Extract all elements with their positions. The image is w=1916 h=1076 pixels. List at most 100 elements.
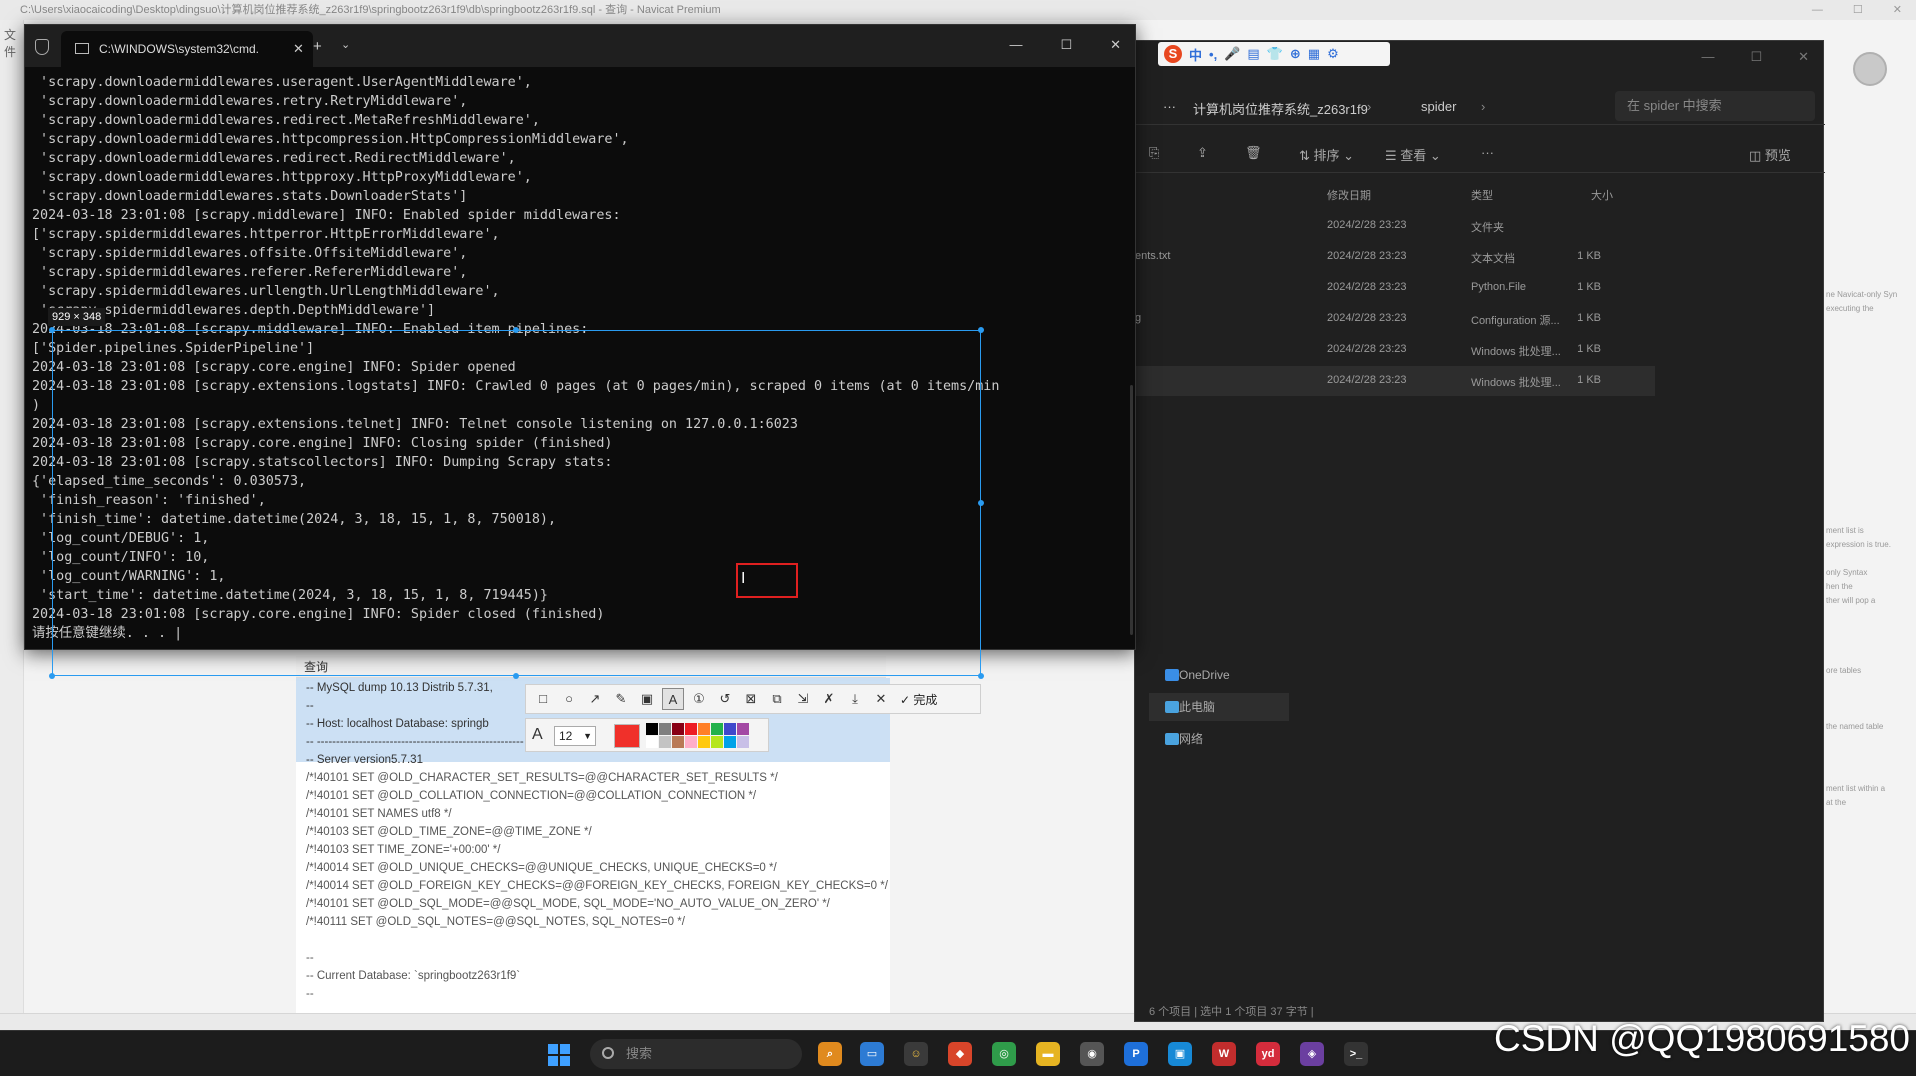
color-swatch[interactable] [685,736,697,748]
breadcrumb-project[interactable]: 计算机岗位推荐系统_z263r1f9 [1193,99,1368,118]
microphone-icon[interactable]: 🎤 [1224,46,1240,62]
app-icon[interactable]: ◉ [1080,1042,1104,1066]
file-row[interactable]: 2024/2/28 23:23 Windows 批处理... 1 KB [1135,366,1655,396]
keyboard-icon[interactable]: ▤ [1247,46,1259,62]
color-swatch[interactable] [659,723,671,735]
windows-start-icon[interactable] [548,1044,570,1066]
breadcrumb-spider[interactable]: spider [1421,99,1456,114]
minimize-icon[interactable]: — [1009,37,1022,53]
resize-handle[interactable] [978,500,984,506]
toolbox-icon[interactable]: ⊕ [1290,46,1301,62]
sort-button[interactable]: ⇅ 排序 ⌄ [1299,145,1354,164]
color-swatch[interactable] [672,723,684,735]
punctuation-icon[interactable]: •, [1209,47,1217,62]
rectangle-tool-icon[interactable]: □ [532,688,554,710]
resize-handle[interactable] [49,327,55,333]
close-icon[interactable]: ✕ [293,41,304,57]
undo-icon[interactable]: ↺ [714,688,736,710]
terminal-icon[interactable]: >_ [1344,1042,1368,1066]
color-swatch[interactable] [698,723,710,735]
folder-icon[interactable]: ▬ [1036,1042,1060,1066]
taskbar-search-input[interactable]: 搜索 [590,1039,802,1069]
color-swatch[interactable] [646,723,658,735]
file-menu[interactable]: 文件 [4,26,23,60]
rename-icon[interactable]: ⎘ [1149,145,1159,161]
minimize-icon[interactable]: — [1812,0,1823,20]
resize-handle[interactable] [978,327,984,333]
more-button[interactable]: ··· [1481,145,1494,160]
explorer-search-input[interactable]: 在 spider 中搜索 [1615,91,1815,121]
color-swatch[interactable] [659,736,671,748]
apps-icon[interactable]: ▦ [1308,46,1320,62]
nav-item-network[interactable]: 网络 [1149,725,1289,753]
ocr-icon[interactable]: ⊠ [740,688,762,710]
translate-icon[interactable]: ⧉ [766,688,788,710]
number-tool-icon[interactable]: ① [688,688,710,710]
delete-icon[interactable]: 🗑 [1245,145,1262,161]
terminal-tab[interactable]: C:\WINDOWS\system32\cmd. ✕ [61,31,313,67]
ime-toolbar[interactable]: S 中 •, 🎤 ▤ 👕 ⊕ ▦ ⚙ [1158,42,1390,66]
preview-button[interactable]: ◫ 预览 [1749,145,1791,164]
done-button[interactable]: ✓ 完成 [900,691,937,708]
ellipse-tool-icon[interactable]: ○ [558,688,580,710]
minimize-icon[interactable]: — [1701,49,1714,65]
app-icon[interactable]: ▣ [1168,1042,1192,1066]
color-swatch[interactable] [724,723,736,735]
color-swatch[interactable] [698,736,710,748]
close-icon[interactable]: ✕ [1798,49,1809,65]
nav-item-onedrive[interactable]: OneDrive [1149,661,1289,689]
app-icon[interactable]: ◆ [948,1042,972,1066]
ime-mode-chinese[interactable]: 中 [1189,45,1202,64]
arrow-tool-icon[interactable]: ↗ [584,688,606,710]
column-type[interactable]: 类型 [1471,187,1493,203]
resize-handle[interactable] [978,673,984,679]
wechat-icon[interactable]: ☺ [904,1042,928,1066]
resize-handle[interactable] [513,673,519,679]
screenshot-selection-box[interactable] [49,327,984,679]
resize-handle[interactable] [49,673,55,679]
close-icon[interactable]: ✕ [1110,37,1121,53]
desktop-app-icon[interactable]: ▭ [860,1042,884,1066]
search-app-icon[interactable]: ⌕ [818,1042,842,1066]
file-row[interactable]: 2024/2/28 23:23 Windows 批处理... 1 KB [1135,335,1655,365]
breadcrumb-more[interactable]: ··· [1163,99,1176,114]
maximize-icon[interactable]: ☐ [1750,49,1762,65]
share-icon[interactable]: ⇪ [1197,145,1208,161]
mosaic-tool-icon[interactable]: ▣ [636,688,658,710]
pycharm-icon[interactable]: P [1124,1042,1148,1066]
maximize-icon[interactable]: ☐ [1853,0,1863,20]
font-size-select[interactable]: 12 ▼ [554,726,596,746]
file-row[interactable]: g 2024/2/28 23:23 Configuration 源... 1 KB [1135,304,1655,334]
file-row[interactable]: 2024/2/28 23:23 文件夹 [1135,211,1655,241]
new-tab-icon[interactable]: + [313,38,322,55]
nav-item-this-pc[interactable]: 此电脑 [1149,693,1289,721]
cancel-icon[interactable]: ✕ [870,688,892,710]
maximize-icon[interactable]: ☐ [1060,37,1072,53]
gear-icon[interactable]: ⚙ [1327,46,1339,62]
pen-tool-icon[interactable]: ✎ [610,688,632,710]
chevron-down-icon[interactable]: ⌄ [341,38,350,51]
skin-icon[interactable]: 👕 [1267,46,1283,62]
color-swatch[interactable] [724,736,736,748]
color-swatch[interactable] [737,723,749,735]
resize-handle[interactable] [513,327,519,333]
close-icon[interactable]: ✕ [1893,0,1902,20]
color-swatch[interactable] [685,723,697,735]
color-swatch[interactable] [711,736,723,748]
sogou-logo-icon[interactable]: S [1164,45,1182,63]
color-swatch[interactable] [737,736,749,748]
text-tool-icon[interactable]: A [662,688,684,710]
download-icon[interactable]: ⤓ [844,688,866,710]
view-button[interactable]: ☰ 查看 ⌄ [1385,145,1441,164]
file-row[interactable]: ents.txt 2024/2/28 23:23 文本文档 1 KB [1135,242,1655,272]
wps-icon[interactable]: W [1212,1042,1236,1066]
color-swatch[interactable] [646,736,658,748]
column-size[interactable]: 大小 [1591,187,1613,203]
color-swatch[interactable] [672,736,684,748]
current-color-swatch[interactable] [614,724,640,748]
youdao-icon[interactable]: yd [1256,1042,1280,1066]
app-icon[interactable]: ◈ [1300,1042,1324,1066]
chrome-icon[interactable]: ◎ [992,1042,1016,1066]
address-bar[interactable]: ··· 计算机岗位推荐系统_z263r1f9 › spider › 在 spid… [1135,87,1825,125]
color-swatch[interactable] [711,723,723,735]
